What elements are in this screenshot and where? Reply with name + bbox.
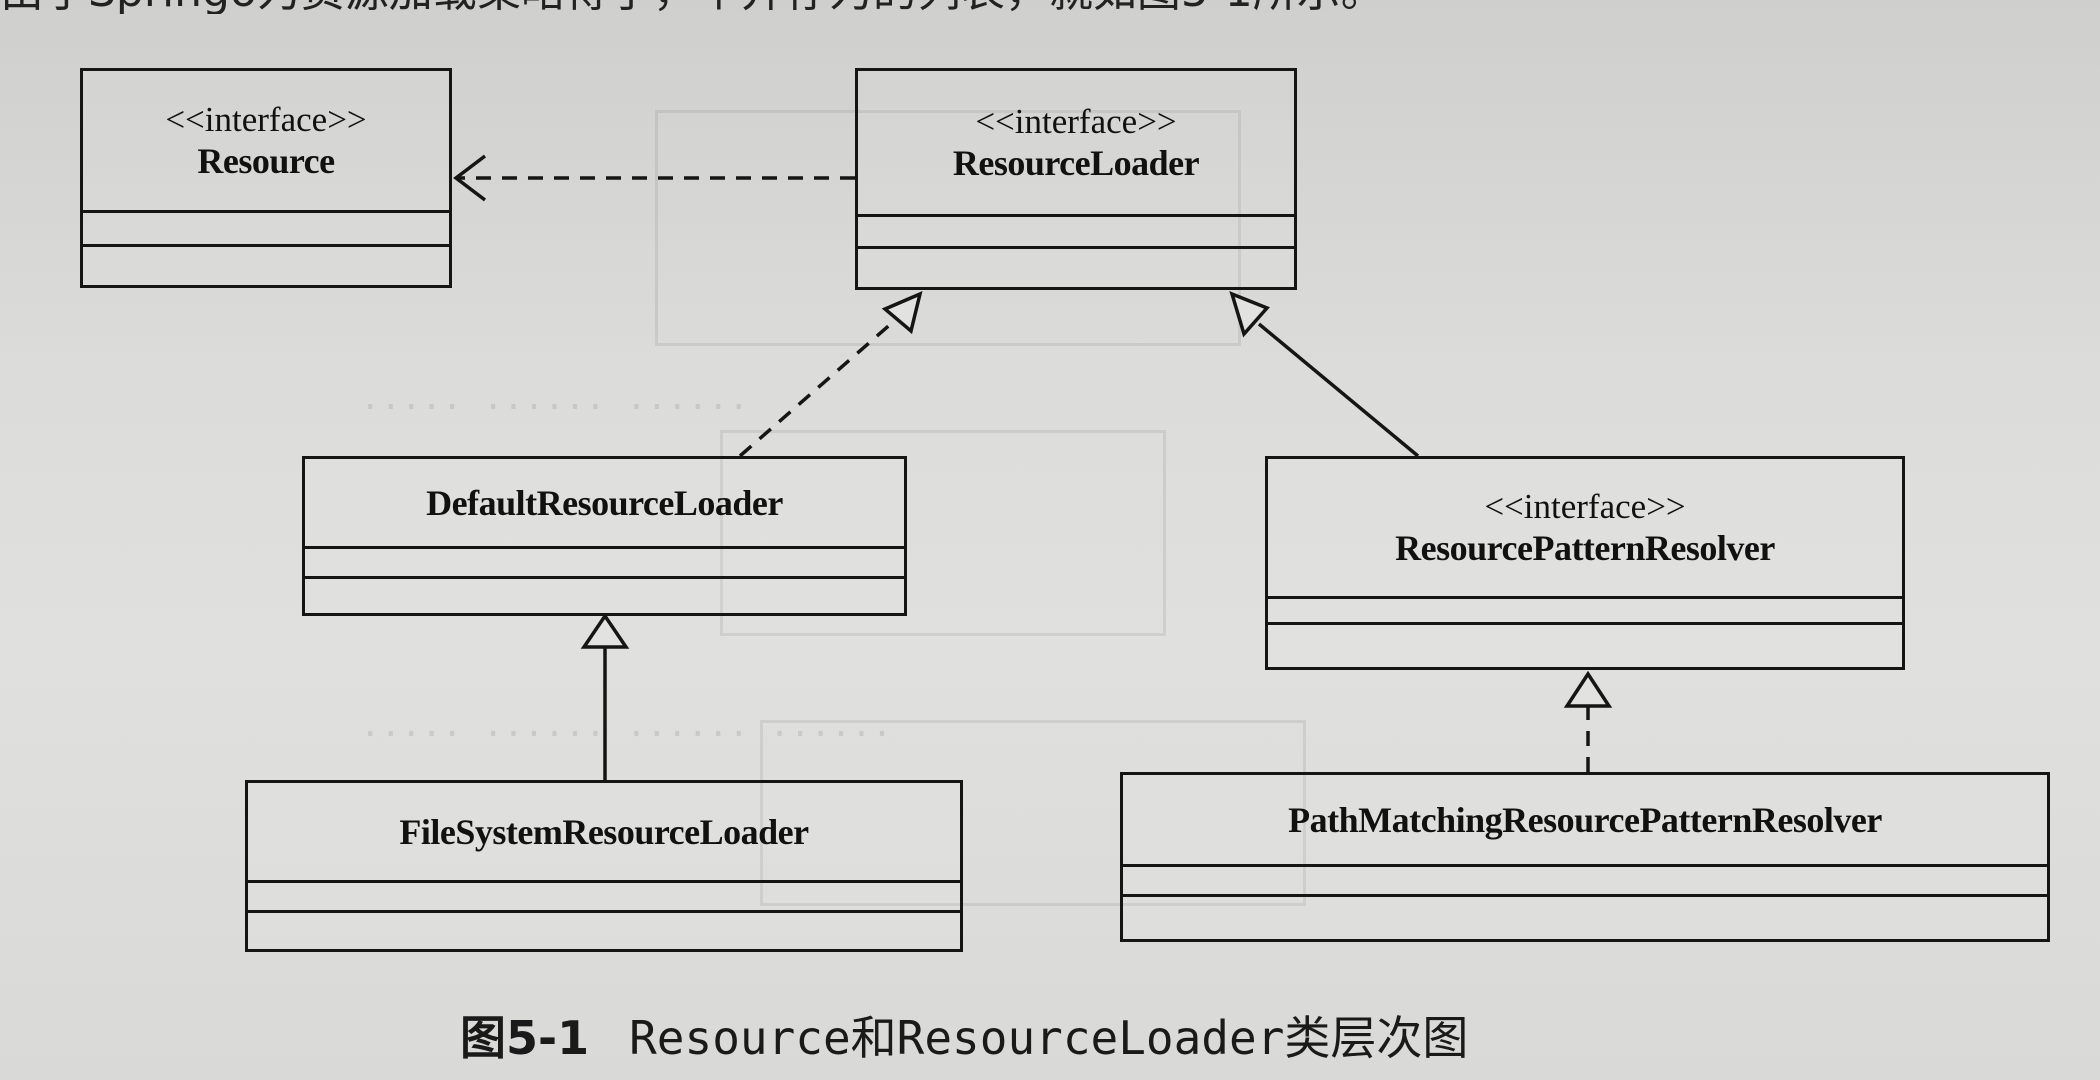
generalization-pattern-resolver-to-resource-loader — [1229, 291, 1420, 458]
realization-path-matching-to-pattern-resolver — [1563, 670, 1613, 772]
realization-default-to-resource-loader — [738, 291, 923, 458]
figure-caption: 图5-1 Resource和ResourceLoader类层次图 — [460, 1000, 1760, 1070]
figure-title: Resource和ResourceLoader类层次图 — [629, 1011, 1469, 1065]
relationship-edges — [453, 154, 1613, 780]
generalization-file-system-to-default — [580, 612, 630, 780]
dependency-resource-loader-to-resource — [453, 154, 855, 202]
figure-page: 由于Springo为资源加载策略得了，个并存为的列表，就如图5-1所示。 ...… — [0, 0, 2100, 1080]
figure-number: 图5-1 — [460, 1011, 590, 1065]
